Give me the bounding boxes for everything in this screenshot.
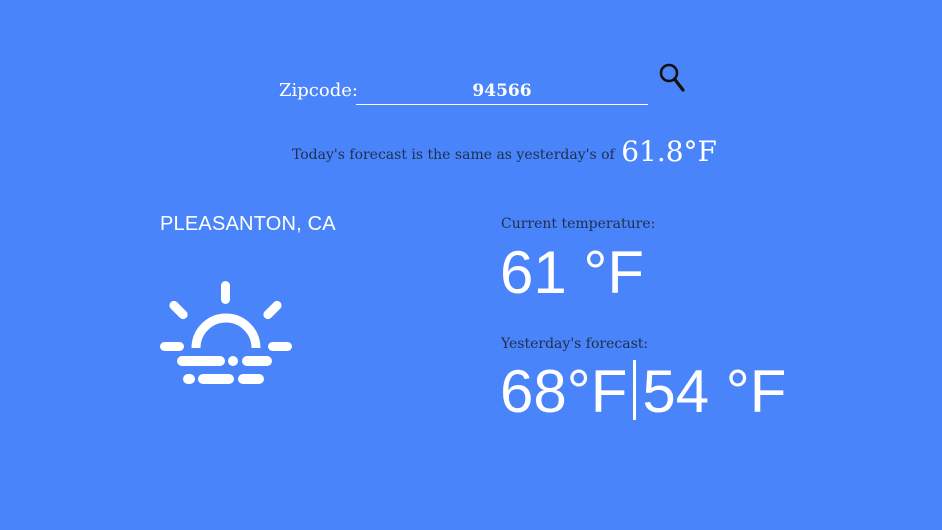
divider [633, 360, 637, 420]
yesterday-high: 68°F [500, 358, 628, 425]
current-temp-value: 61 °F [500, 239, 645, 306]
yesterday-low: 54 °F [642, 358, 787, 425]
forecast-comparison-text: Today's forecast is the same as yesterda… [292, 147, 615, 163]
location-name: PLEASANTON, CA [160, 213, 336, 235]
fog-sunrise-icon [158, 278, 294, 390]
forecast-comparison: Today's forecast is the same as yesterda… [292, 135, 717, 168]
search-icon [659, 63, 685, 92]
forecast-comparison-value: 61.8°F [621, 135, 717, 168]
zipcode-label: Zipcode: [279, 80, 358, 101]
current-temp-label: Current temperature: [501, 216, 656, 232]
search-button[interactable] [658, 62, 688, 94]
yesterday-forecast-value: 68°F 54 °F [500, 356, 786, 428]
zipcode-input[interactable] [356, 78, 648, 105]
yesterday-forecast-label: Yesterday's forecast: [501, 336, 649, 352]
weather-app: Zipcode: Today's forecast is the same as… [0, 0, 942, 530]
